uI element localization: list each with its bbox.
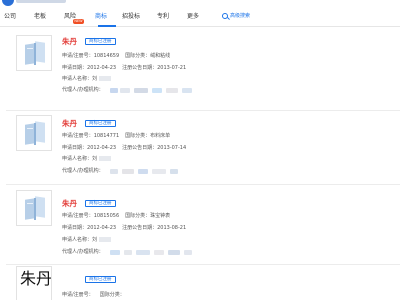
status-badge: 商标已注册 bbox=[85, 120, 116, 127]
tab-patent[interactable]: 专利 bbox=[157, 13, 169, 21]
trademark-image[interactable] bbox=[16, 190, 52, 226]
tab-trademark[interactable]: 商标 bbox=[95, 13, 107, 21]
applicant-line: 申请人名称：刘 bbox=[62, 156, 112, 163]
trademark-name[interactable]: 朱丹 bbox=[62, 119, 77, 128]
redacted-mask bbox=[99, 76, 112, 81]
agent-line: 代理人/办理机构： bbox=[62, 249, 104, 255]
date-info-line: 申请日期：2012-04-23 注册公告日期：2013-08-21 bbox=[62, 225, 187, 231]
status-badge: 商标已注册 bbox=[85, 200, 116, 207]
reg-info-line: 申请/注册号：10815056 国际分类：珠宝钟表 bbox=[62, 213, 171, 219]
agent-line: 代理人/办理机构： bbox=[62, 168, 104, 174]
trademark-card[interactable]: 朱丹 商标已注册 申请/注册号：10814659 国际分类：绒和粘线 申请日期：2… bbox=[0, 27, 400, 111]
advanced-search-link[interactable]: 高级搜索 bbox=[222, 12, 250, 20]
book-placeholder-icon bbox=[25, 196, 45, 221]
book-placeholder-icon bbox=[25, 41, 45, 66]
top-header bbox=[0, 0, 400, 10]
trademark-card[interactable]: 朱丹 商标已注册 申请/注册号：10815056 国际分类：珠宝钟表 申请日期：2… bbox=[0, 185, 400, 265]
reg-info-line: 申请/注册号： 国际分类： bbox=[62, 292, 125, 298]
agent-line: 代理人/办理机构： bbox=[62, 87, 104, 93]
new-badge: NEW bbox=[73, 19, 84, 24]
trademark-name[interactable]: 朱丹 bbox=[62, 37, 77, 46]
redacted-agent bbox=[110, 169, 230, 175]
book-placeholder-icon bbox=[25, 121, 45, 146]
applicant-line: 申请人名称：刘 bbox=[62, 237, 112, 244]
redacted-agent bbox=[110, 250, 230, 256]
trademark-name[interactable]: 朱丹 bbox=[62, 199, 77, 208]
card-divider bbox=[6, 264, 400, 265]
status-badge: 商标已注册 bbox=[85, 38, 116, 45]
redacted-mask bbox=[99, 156, 112, 161]
trademark-card[interactable]: 朱丹 商标已注册 申请/注册号：10814771 国际分类：布料床单 申请日期：2… bbox=[0, 111, 400, 185]
search-icon bbox=[222, 13, 228, 19]
status-badge: 商标已注册 bbox=[85, 276, 116, 283]
trademark-image[interactable] bbox=[16, 115, 52, 151]
tab-more[interactable]: 更多 bbox=[187, 13, 199, 21]
tab-bidding[interactable]: 招投标 bbox=[122, 13, 140, 21]
date-info-line: 申请日期：2012-04-23 注册公告日期：2013-07-14 bbox=[62, 145, 187, 151]
reg-info-line: 申请/注册号：10814771 国际分类：布料床单 bbox=[62, 133, 171, 139]
logo-wordmark bbox=[16, 0, 66, 3]
redacted-mask bbox=[99, 237, 112, 242]
date-info-line: 申请日期：2012-04-23 注册公告日期：2013-07-21 bbox=[62, 65, 187, 71]
advanced-search-label: 高级搜索 bbox=[230, 13, 251, 19]
tab-boss[interactable]: 老板 bbox=[34, 13, 46, 21]
trademark-text-image: 朱丹 bbox=[20, 269, 52, 288]
trademark-image[interactable] bbox=[16, 35, 52, 71]
trademark-image[interactable]: 朱丹 bbox=[16, 266, 52, 300]
category-tabs: 公司 老板 风险 NEW 商标 招投标 专利 更多 高级搜索 bbox=[0, 10, 400, 27]
reg-info-line: 申请/注册号：10814659 国际分类：绒和粘线 bbox=[62, 53, 171, 59]
applicant-line: 申请人名称：刘 bbox=[62, 76, 112, 83]
logo-icon bbox=[2, 0, 14, 6]
redacted-agent bbox=[110, 88, 230, 94]
tab-company[interactable]: 公司 bbox=[4, 13, 16, 21]
